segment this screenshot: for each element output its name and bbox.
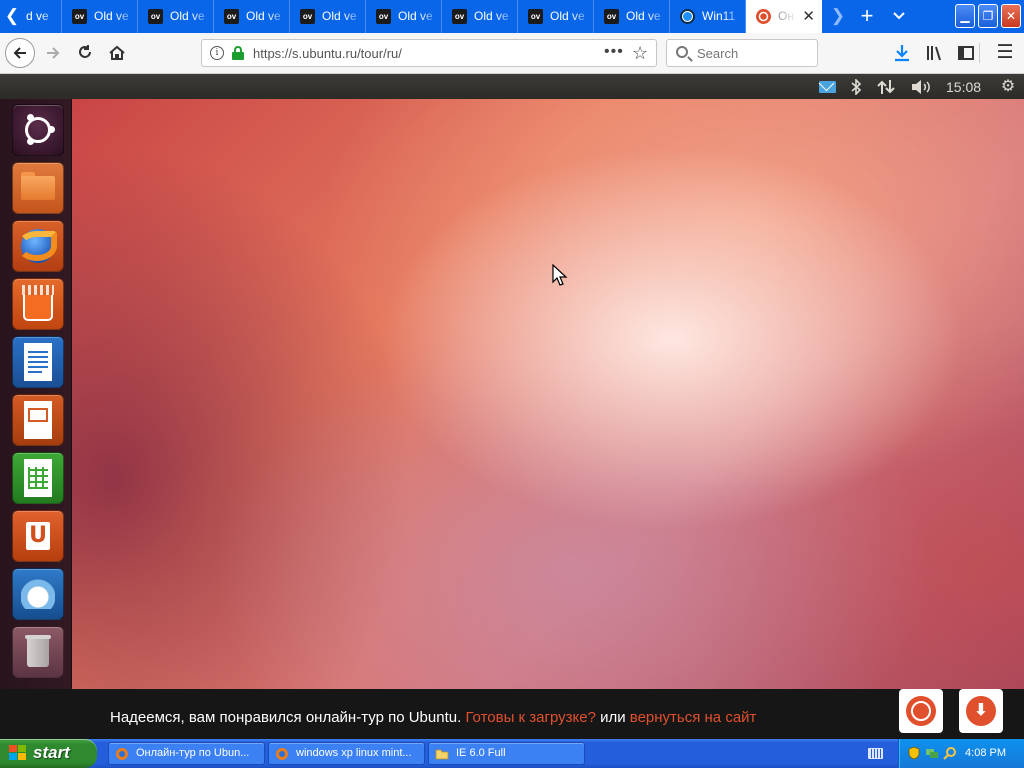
libreoffice-writer-icon[interactable] bbox=[12, 336, 64, 388]
tab-scroll-right-button[interactable]: ❯ bbox=[829, 0, 847, 33]
screen: ❮ d ve ov Old ve ov Old ve ov Old ve ov … bbox=[0, 0, 1024, 768]
windows-taskbar: start Онлайн-тур по Ubun... windows xp l… bbox=[0, 739, 1024, 768]
libreoffice-impress-icon[interactable] bbox=[12, 394, 64, 446]
keyboard-layout-icon[interactable] bbox=[868, 748, 883, 759]
tab[interactable]: d ve bbox=[24, 0, 62, 33]
tour-message-text: Надеемся, вам понравился онлайн-тур по U… bbox=[110, 709, 466, 726]
panel-clock[interactable]: 15:08 bbox=[946, 74, 981, 99]
new-tab-button[interactable]: + bbox=[855, 0, 879, 33]
windows-flag-icon bbox=[9, 745, 27, 761]
restore-button[interactable]: ❐ bbox=[978, 4, 998, 28]
back-button[interactable] bbox=[5, 38, 35, 68]
close-window-button[interactable]: ✕ bbox=[1001, 4, 1021, 28]
tour-message: Надеемся, вам понравился онлайн-тур по U… bbox=[110, 689, 756, 739]
search-bar[interactable]: Search bbox=[666, 39, 818, 67]
dash-home-icon[interactable] bbox=[12, 104, 64, 156]
page-actions-ellipsis-icon[interactable]: ••• bbox=[604, 40, 624, 64]
toolbar-separator bbox=[979, 43, 980, 63]
ubuntu-one-icon[interactable]: U bbox=[12, 510, 64, 562]
url-text[interactable]: https://s.ubuntu.ru/tour/ru/ bbox=[253, 40, 402, 67]
taskbar-item-label: IE 6.0 Full bbox=[456, 747, 506, 759]
taskbar-item-browser[interactable]: Онлайн-тур по Ubun... bbox=[108, 742, 265, 765]
tour-connector-text: или bbox=[595, 709, 630, 726]
forward-button[interactable] bbox=[38, 38, 68, 68]
ov-favicon-icon: ov bbox=[604, 9, 619, 24]
firefox-icon[interactable] bbox=[12, 220, 64, 272]
system-tray: 4:08 PM bbox=[898, 739, 1024, 768]
software-center-icon[interactable] bbox=[12, 278, 64, 330]
tab[interactable]: ov Old ve bbox=[366, 0, 442, 33]
ov-favicon-icon: ov bbox=[300, 9, 315, 24]
folder-icon bbox=[435, 747, 449, 761]
back-to-site-link[interactable]: вернуться на сайт bbox=[630, 709, 757, 726]
tab[interactable]: ov Old ve bbox=[138, 0, 214, 33]
download-arrow-button[interactable]: ⬇ bbox=[959, 689, 1003, 733]
tab-active[interactable]: Он ✕ bbox=[746, 0, 822, 33]
start-button[interactable]: start bbox=[0, 739, 97, 768]
url-bar[interactable]: i https://s.ubuntu.ru/tour/ru/ ••• ☆ bbox=[201, 39, 657, 67]
library-icon[interactable] bbox=[920, 38, 948, 68]
system-gear-icon[interactable]: ⚙ bbox=[998, 74, 1018, 99]
search-icon bbox=[676, 46, 688, 58]
volume-icon[interactable] bbox=[909, 74, 933, 99]
network-icon[interactable] bbox=[876, 74, 896, 99]
ubuntu-top-panel: 15:08 ⚙ bbox=[0, 74, 1024, 99]
tab[interactable]: ov Old ve bbox=[442, 0, 518, 33]
tab[interactable]: ov Old ve bbox=[290, 0, 366, 33]
mouse-pointer-icon bbox=[552, 264, 568, 286]
close-tab-icon[interactable]: ✕ bbox=[802, 0, 815, 33]
web-favicon-icon bbox=[680, 9, 695, 24]
hamburger-menu-icon[interactable]: ☰ bbox=[991, 38, 1019, 68]
firefox-small-icon bbox=[115, 747, 129, 761]
tab[interactable]: ov Old ve bbox=[214, 0, 290, 33]
minimize-button[interactable]: ▁ bbox=[955, 4, 975, 28]
taskbar-item-search[interactable]: windows xp linux mint... bbox=[268, 742, 425, 765]
mail-icon[interactable] bbox=[819, 81, 836, 93]
start-label: start bbox=[33, 743, 70, 762]
security-shield-icon[interactable] bbox=[907, 746, 921, 760]
network-status-icon[interactable] bbox=[925, 746, 939, 760]
tab-list-chevron-down-icon[interactable] bbox=[887, 0, 911, 33]
libreoffice-calc-icon[interactable] bbox=[12, 452, 64, 504]
ov-favicon-icon: ov bbox=[72, 9, 87, 24]
taskbar-item-label: windows xp linux mint... bbox=[296, 747, 412, 759]
ov-favicon-icon: ov bbox=[528, 9, 543, 24]
download-icon[interactable] bbox=[888, 38, 916, 68]
ov-favicon-icon: ov bbox=[376, 9, 391, 24]
home-button[interactable] bbox=[102, 38, 132, 68]
sidebar-icon[interactable] bbox=[952, 38, 980, 68]
navigation-bar: i https://s.ubuntu.ru/tour/ru/ ••• ☆ Sea… bbox=[0, 33, 1024, 74]
bluetooth-icon[interactable] bbox=[848, 74, 864, 99]
ov-favicon-icon: ov bbox=[452, 9, 467, 24]
tab[interactable]: ov Old ve bbox=[518, 0, 594, 33]
thunderbird-icon[interactable] bbox=[12, 568, 64, 620]
tab[interactable]: ov Old ve bbox=[594, 0, 670, 33]
reload-button[interactable] bbox=[70, 38, 100, 68]
tab-scroll-left-button[interactable]: ❮ bbox=[0, 0, 24, 33]
ov-favicon-icon: ov bbox=[148, 9, 163, 24]
ubuntu-logo-button[interactable] bbox=[899, 689, 943, 733]
bookmark-star-icon[interactable]: ☆ bbox=[632, 40, 648, 66]
firefox-small-icon bbox=[275, 747, 289, 761]
taskbar-item-folder[interactable]: IE 6.0 Full bbox=[428, 742, 585, 765]
taskbar-item-label: Онлайн-тур по Ubun... bbox=[136, 747, 250, 759]
tab[interactable]: ov Old ve bbox=[62, 0, 138, 33]
lock-icon[interactable] bbox=[232, 46, 244, 60]
files-folder-icon[interactable] bbox=[12, 162, 64, 214]
tour-bottom-bar: Надеемся, вам понравился онлайн-тур по U… bbox=[0, 689, 1024, 739]
tab-strip: ❮ d ve ov Old ve ov Old ve ov Old ve ov … bbox=[0, 0, 1024, 33]
search-placeholder: Search bbox=[697, 46, 739, 61]
ubuntu-favicon-icon bbox=[756, 9, 771, 24]
search-tray-icon[interactable] bbox=[943, 746, 957, 760]
unity-launcher: U bbox=[0, 99, 72, 689]
arrow-down-icon: ⬇ bbox=[974, 702, 988, 719]
desktop-wallpaper bbox=[72, 99, 1024, 689]
tab[interactable]: Win11 bbox=[670, 0, 746, 33]
info-icon[interactable]: i bbox=[210, 46, 224, 60]
taskbar-clock[interactable]: 4:08 PM bbox=[965, 739, 1006, 767]
download-link[interactable]: Готовы к загрузке? bbox=[465, 709, 595, 726]
trash-icon[interactable] bbox=[12, 626, 64, 678]
ov-favicon-icon: ov bbox=[224, 9, 239, 24]
